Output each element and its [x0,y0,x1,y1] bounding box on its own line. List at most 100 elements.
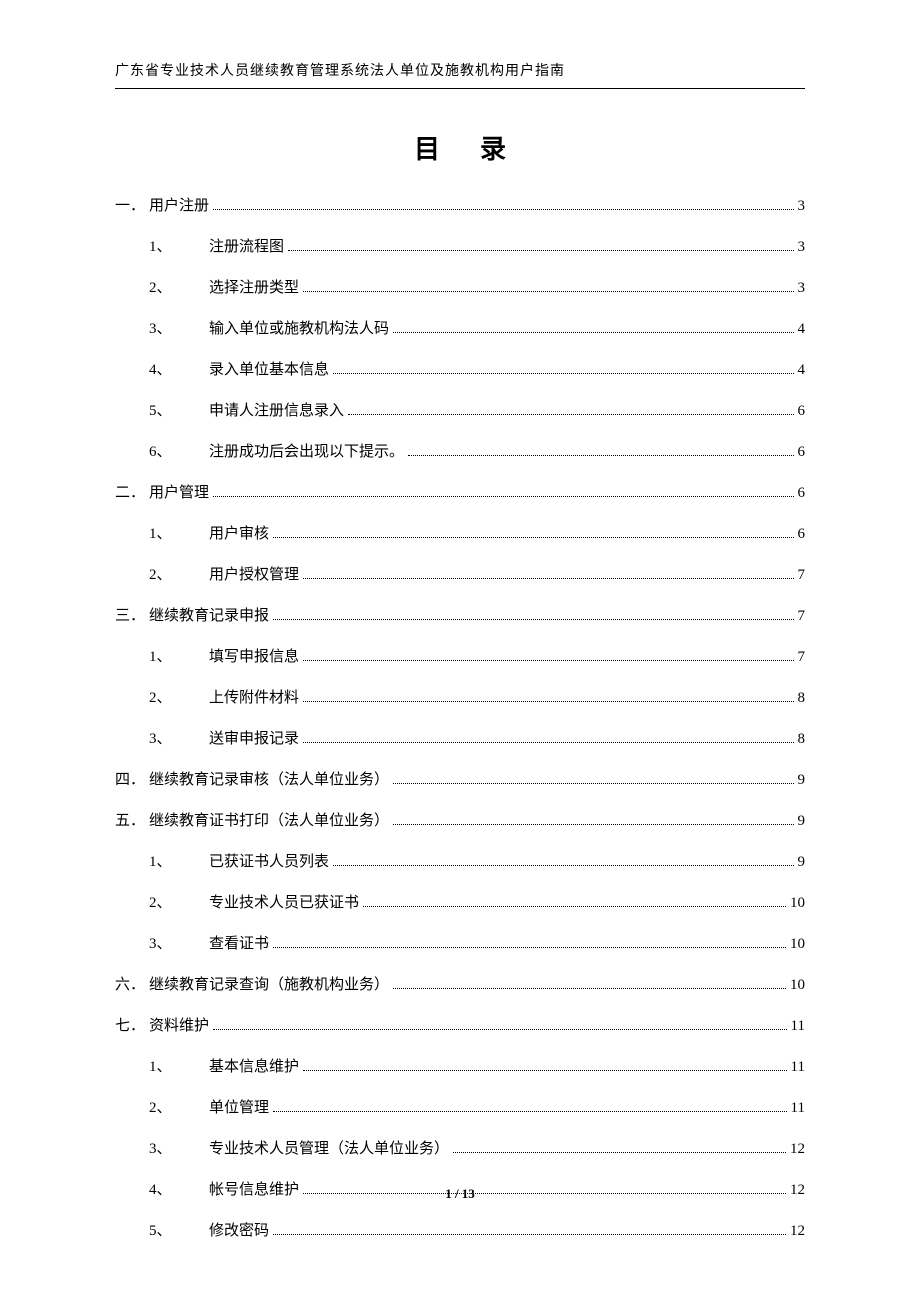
toc-leader-dots [303,578,793,579]
toc-entry: 二．用户管理6 [115,483,805,504]
toc-entry-number: 3、 [149,1139,209,1160]
toc-title-char1: 目 [414,134,440,164]
toc-entry-number: 3、 [149,729,209,750]
toc-entry-page: 3 [798,196,806,217]
toc-entry-label: 继续教育记录查询（施教机构业务） [149,975,389,996]
toc-leader-dots [273,1111,787,1112]
toc-entry: 五．继续教育证书打印（法人单位业务）9 [115,811,805,832]
toc-entry-label: 修改密码 [209,1221,269,1242]
toc-entry: 2、用户授权管理7 [115,565,805,586]
toc-entry-page: 7 [798,647,806,668]
toc-entry-page: 7 [798,606,806,627]
toc-entry-number: 5、 [149,401,209,422]
toc-entry-number: 3、 [149,319,209,340]
toc-entry-label: 输入单位或施教机构法人码 [209,319,389,340]
toc-entry: 一．用户注册3 [115,196,805,217]
toc-entry-label: 基本信息维护 [209,1057,299,1078]
toc-entry-page: 7 [798,565,806,586]
toc-entry-label: 资料维护 [149,1016,209,1037]
toc-leader-dots [393,783,793,784]
toc-entry-page: 12 [790,1221,805,1242]
document-page: 广东省专业技术人员继续教育管理系统法人单位及施教机构用户指南 目录 一．用户注册… [0,0,920,1302]
toc-leader-dots [453,1152,786,1153]
toc-entry: 5、修改密码 12 [115,1221,805,1242]
toc-entry-label: 用户授权管理 [209,565,299,586]
toc-entry-label: 录入单位基本信息 [209,360,329,381]
toc-entry-page: 6 [798,483,806,504]
toc-entry-page: 6 [798,442,806,463]
toc-entry-label: 填写申报信息 [209,647,299,668]
toc-entry: 1、填写申报信息 7 [115,647,805,668]
toc-entry-page: 3 [798,278,806,299]
toc-leader-dots [273,619,793,620]
toc-entry-page: 6 [798,401,806,422]
toc-entry-label: 申请人注册信息录入 [209,401,344,422]
toc-leader-dots [348,414,793,415]
toc-leader-dots [333,373,793,374]
toc-entry-number: 6、 [149,442,209,463]
toc-entry: 1、注册流程图 3 [115,237,805,258]
toc-leader-dots [213,496,793,497]
toc-entry: 四．继续教育记录审核（法人单位业务）9 [115,770,805,791]
toc-entry-page: 8 [798,688,806,709]
toc-entry-number: 1、 [149,1057,209,1078]
toc-entry-label: 已获证书人员列表 [209,852,329,873]
toc-leader-dots [408,455,793,456]
page-header: 广东省专业技术人员继续教育管理系统法人单位及施教机构用户指南 [115,60,805,89]
toc-entry: 三．继续教育记录申报7 [115,606,805,627]
toc-entry-number: 1、 [149,647,209,668]
toc-entry-label: 继续教育证书打印（法人单位业务） [149,811,389,832]
toc-entry-label: 查看证书 [209,934,269,955]
toc-leader-dots [273,947,786,948]
toc-entry-number: 2、 [149,688,209,709]
toc-entry-label: 注册成功后会出现以下提示。 [209,442,404,463]
toc-entry: 六．继续教育记录查询（施教机构业务）10 [115,975,805,996]
toc-entry-number: 一． [115,196,149,217]
toc-entry-number: 三． [115,606,149,627]
toc-entry-page: 10 [790,893,805,914]
toc-entry-number: 七． [115,1016,149,1037]
toc-entry-number: 1、 [149,237,209,258]
toc-entry: 4、录入单位基本信息4 [115,360,805,381]
toc-leader-dots [393,332,793,333]
toc-entry-label: 上传附件材料 [209,688,299,709]
toc-entry-label: 继续教育记录审核（法人单位业务） [149,770,389,791]
toc-entry-page: 3 [798,237,806,258]
toc-list: 一．用户注册31、注册流程图32、选择注册类型33、输入单位或施教机构法人码44… [115,196,805,1242]
toc-entry: 3、输入单位或施教机构法人码 4 [115,319,805,340]
toc-entry-page: 6 [798,524,806,545]
toc-entry-page: 11 [791,1098,805,1119]
toc-leader-dots [303,742,793,743]
toc-entry-label: 用户管理 [149,483,209,504]
toc-entry-page: 10 [790,934,805,955]
toc-entry: 3、查看证书 10 [115,934,805,955]
toc-entry: 5、申请人注册信息录入 6 [115,401,805,422]
toc-entry-number: 5、 [149,1221,209,1242]
toc-leader-dots [303,291,793,292]
toc-entry: 3、送审申报记录 8 [115,729,805,750]
toc-leader-dots [288,250,793,251]
toc-entry-number: 五． [115,811,149,832]
toc-entry-number: 3、 [149,934,209,955]
toc-entry-label: 选择注册类型 [209,278,299,299]
toc-entry-page: 11 [791,1016,805,1037]
toc-entry-label: 专业技术人员管理（法人单位业务） [209,1139,449,1160]
toc-entry: 2、单位管理11 [115,1098,805,1119]
toc-leader-dots [303,1070,787,1071]
toc-entry-number: 六． [115,975,149,996]
toc-entry-page: 8 [798,729,806,750]
toc-entry-number: 1、 [149,852,209,873]
toc-entry-label: 送审申报记录 [209,729,299,750]
toc-leader-dots [363,906,786,907]
toc-entry-number: 1、 [149,524,209,545]
toc-entry-label: 注册流程图 [209,237,284,258]
toc-entry-label: 单位管理 [209,1098,269,1119]
toc-entry-number: 4、 [149,360,209,381]
toc-entry-page: 4 [798,319,806,340]
toc-entry-page: 11 [791,1057,805,1078]
toc-leader-dots [213,1029,787,1030]
toc-entry-page: 9 [798,770,806,791]
toc-leader-dots [273,537,793,538]
toc-entry-number: 2、 [149,278,209,299]
toc-entry: 1、基本信息维护 11 [115,1057,805,1078]
